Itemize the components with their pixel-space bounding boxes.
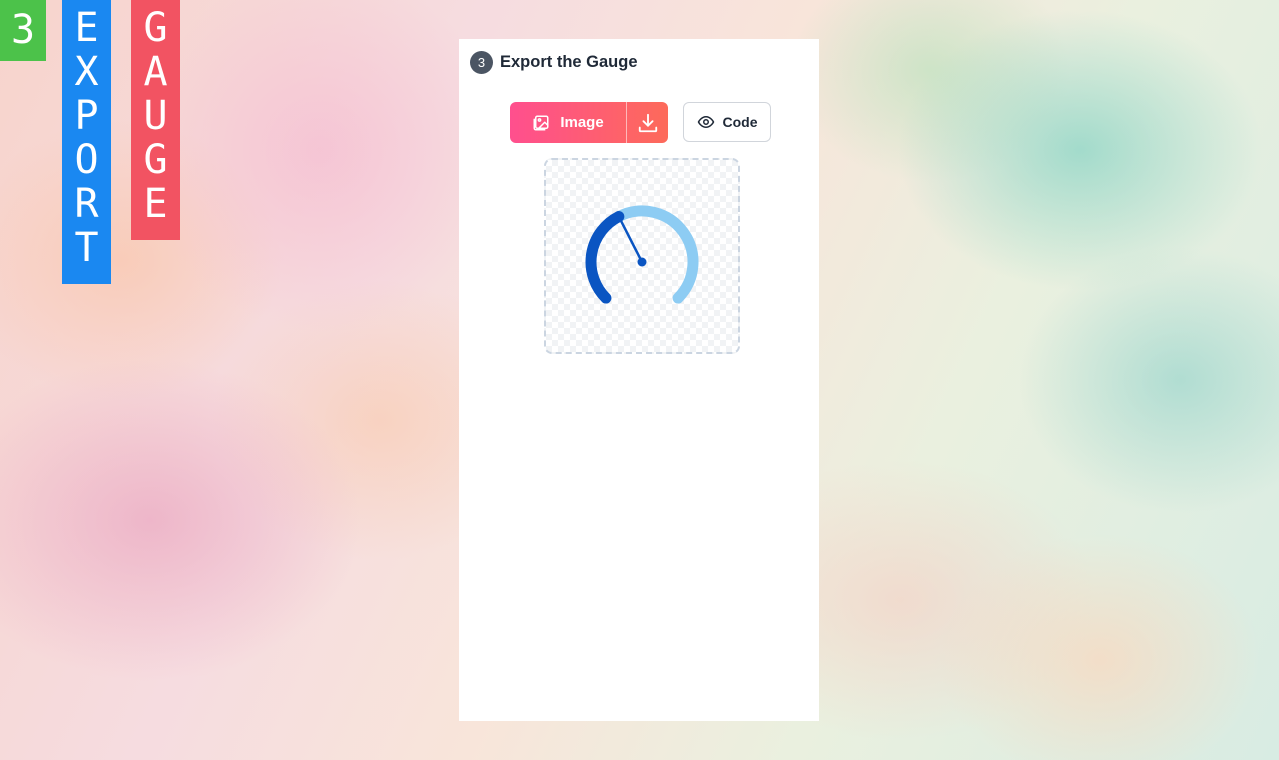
export-image-split-button: Image <box>510 102 668 143</box>
export-letter: E <box>74 5 99 51</box>
view-code-button[interactable]: Code <box>683 102 771 142</box>
export-image-label: Image <box>560 114 604 131</box>
gauge-word-tile: G A U G E <box>131 0 180 240</box>
export-letter: X <box>74 49 99 95</box>
eye-icon <box>697 116 714 128</box>
image-icon <box>533 115 549 130</box>
gauge-letter: U <box>143 93 168 139</box>
gauge-letter: A <box>143 49 168 95</box>
panel-title: Export the Gauge <box>500 53 638 71</box>
gauge-chart <box>585 205 699 304</box>
download-button[interactable] <box>627 102 668 143</box>
gauge-letter: G <box>143 137 168 183</box>
step-number-text: 3 <box>10 7 36 53</box>
gauge-needle <box>616 213 644 264</box>
gauge-letter: G <box>143 5 168 51</box>
gauge-track <box>613 205 699 304</box>
panel-header: 3 Export the Gauge <box>470 51 638 74</box>
download-icon <box>638 113 657 132</box>
view-code-label: Code <box>722 114 758 130</box>
export-panel: 3 Export the Gauge Image Code <box>459 39 819 721</box>
gauge-preview <box>544 158 740 354</box>
export-letter: T <box>74 225 99 271</box>
export-letter: O <box>74 137 99 183</box>
gauge-needle-hub <box>637 257 647 267</box>
export-letter: P <box>74 93 99 139</box>
export-letter: R <box>74 181 99 227</box>
gauge-progress-arc <box>585 211 625 304</box>
step-badge: 3 <box>470 51 493 74</box>
export-word-tile: E X P O R T <box>62 0 111 284</box>
step-number-tile: 3 <box>0 0 46 61</box>
export-image-button[interactable]: Image <box>510 102 626 143</box>
gauge-letter: E <box>143 181 168 227</box>
